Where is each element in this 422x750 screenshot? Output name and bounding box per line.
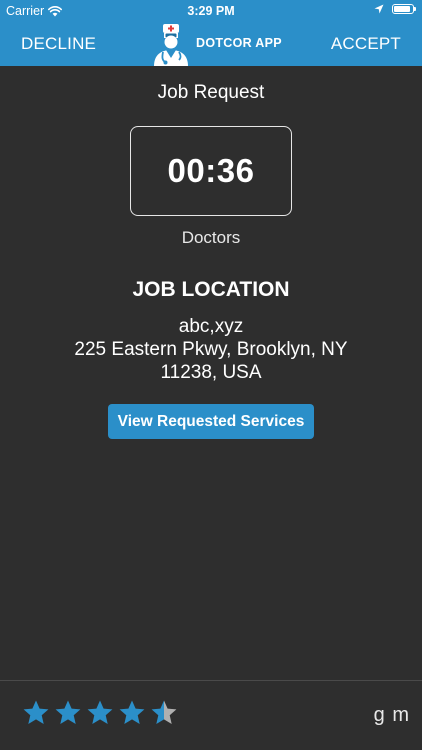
battery-fill	[394, 6, 411, 12]
brand: DOTCOR APP	[150, 22, 282, 66]
star-icon	[151, 700, 177, 724]
address-line-1: abc,xyz	[178, 316, 244, 337]
brand-name: DOTCOR APP	[196, 36, 282, 50]
nav-bar: DECLINE DOTCOR APP ACCEPT	[0, 22, 422, 66]
footer-divider	[0, 680, 422, 681]
status-time: 3:29 PM	[187, 4, 235, 18]
star-icon	[55, 700, 81, 724]
timer-box: 00:36	[130, 126, 292, 216]
job-category: Doctors	[181, 228, 241, 247]
star-icon	[87, 700, 113, 724]
star-icon	[119, 700, 145, 724]
status-right-group	[374, 4, 416, 14]
page-title: Job Request	[157, 82, 265, 103]
accept-button[interactable]: ACCEPT	[331, 34, 401, 54]
location-arrow-icon	[374, 4, 384, 14]
user-name: g m	[373, 704, 410, 726]
star-icon	[23, 700, 49, 724]
doctor-logo-icon	[154, 24, 188, 66]
address-line-3: 11238, USA	[160, 362, 262, 383]
job-location-heading: JOB LOCATION	[132, 278, 290, 301]
job-location-address: abc,xyz 225 Eastern Pkwy, Brooklyn, NY 1…	[20, 315, 402, 384]
countdown-timer: 00:36	[167, 152, 255, 189]
status-bar: Carrier 3:29 PM	[0, 0, 422, 22]
battery-icon	[392, 4, 416, 14]
decline-button[interactable]: DECLINE	[21, 34, 96, 54]
star-rating	[22, 699, 178, 727]
view-services-button[interactable]: View Requested Services	[108, 404, 314, 439]
address-line-2: 225 Eastern Pkwy, Brooklyn, NY	[74, 339, 348, 360]
